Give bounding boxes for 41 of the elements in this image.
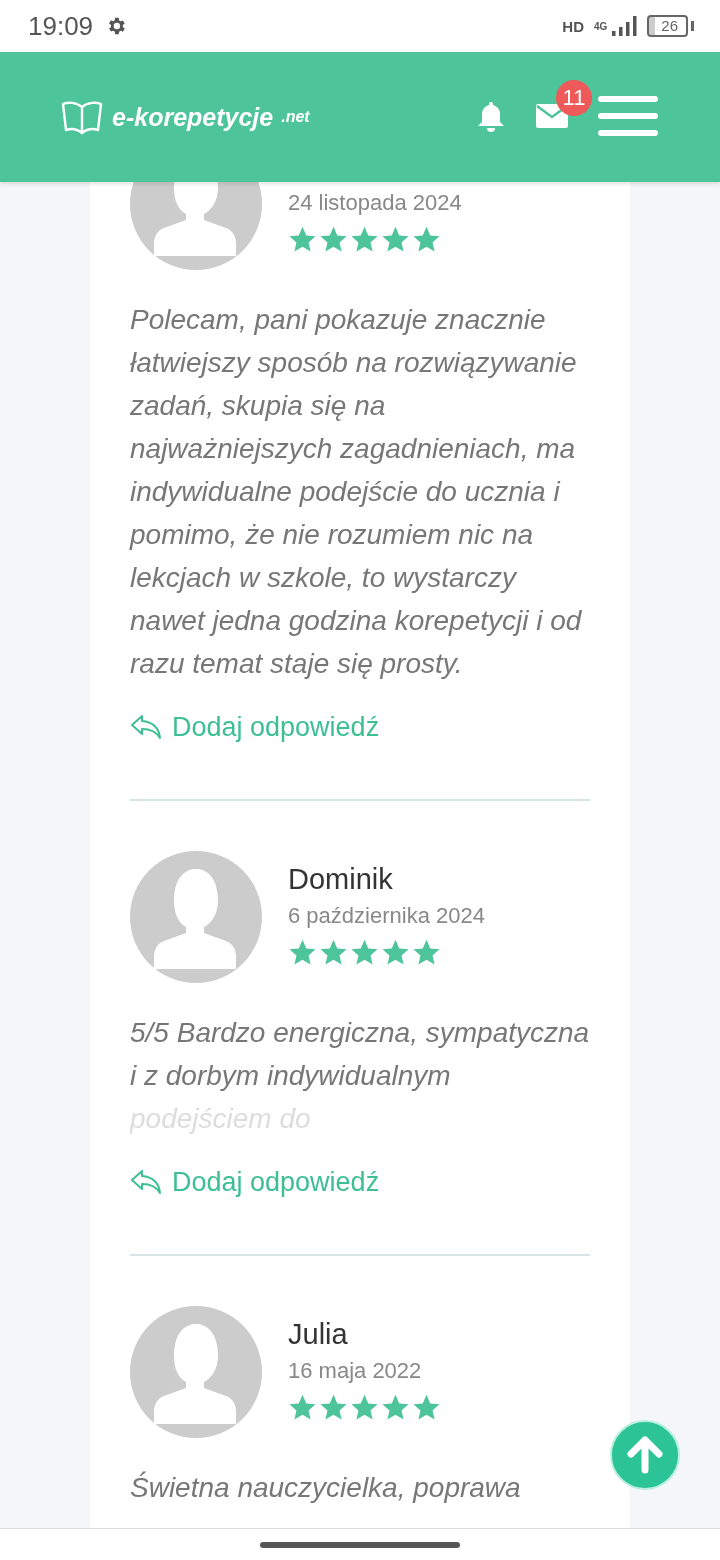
clock-time: 19:09 xyxy=(28,10,94,42)
reply-arrow-icon xyxy=(130,714,162,740)
review-date: 16 maja 2022 xyxy=(288,1357,423,1385)
site-logo[interactable]: e-korepetycje .net xyxy=(60,99,310,135)
hd-indicator: HD xyxy=(562,17,584,35)
star-icon xyxy=(350,1393,379,1422)
menu-button[interactable] xyxy=(598,95,658,139)
unread-badge: 11 xyxy=(556,80,592,116)
star-icon xyxy=(412,225,441,254)
star-icon xyxy=(381,938,410,967)
network-type: 4G xyxy=(593,20,608,32)
signal-icon xyxy=(611,15,638,37)
reply-arrow-icon xyxy=(130,1169,162,1195)
review-text: Świetna nauczycielka, poprawa xyxy=(130,1470,522,1505)
star-icon xyxy=(412,1393,441,1422)
star-icon xyxy=(319,938,348,967)
star-icon xyxy=(381,1393,410,1422)
mail-icon[interactable] xyxy=(536,104,568,128)
reply-link[interactable]: Dodaj odpowiedź xyxy=(130,1162,380,1202)
star-icon xyxy=(350,225,379,254)
star-icon xyxy=(350,938,379,967)
book-icon xyxy=(60,99,104,135)
star-icon xyxy=(288,1393,317,1422)
star-icon xyxy=(381,225,410,254)
arrow-up-icon xyxy=(626,1436,664,1474)
star-icon xyxy=(319,225,348,254)
review-date: 6 października 2024 xyxy=(288,902,485,930)
battery-level: 26 xyxy=(647,15,688,37)
star-icon xyxy=(319,1393,348,1422)
avatar-icon xyxy=(130,851,262,983)
star-icon xyxy=(288,938,317,967)
reply-link[interactable]: Dodaj odpowiedź xyxy=(130,707,380,747)
notification-bell-icon[interactable] xyxy=(476,100,506,134)
home-indicator[interactable] xyxy=(260,1541,460,1548)
star-icon xyxy=(412,938,441,967)
review-text: Polecam, pani pokazuje znacznie łatwiejszy sposób na rozwiązywanie zadań, skupia się na najważniejszych zagadnieniach, ma indywidualne podejście do ucznia i pomimo, że nie rozumiem nic na lekcjach w szkole, to wystarczy nawet jedna godzina korepetycji i od razu temat staje się prosty. xyxy=(130,303,583,681)
reviewer-name: Julia xyxy=(288,1317,349,1352)
review-date: 24 listopada 2024 xyxy=(288,189,462,217)
avatar-icon xyxy=(130,1306,262,1438)
star-icon xyxy=(288,225,317,254)
reviewer-name: Dominik xyxy=(288,862,394,897)
